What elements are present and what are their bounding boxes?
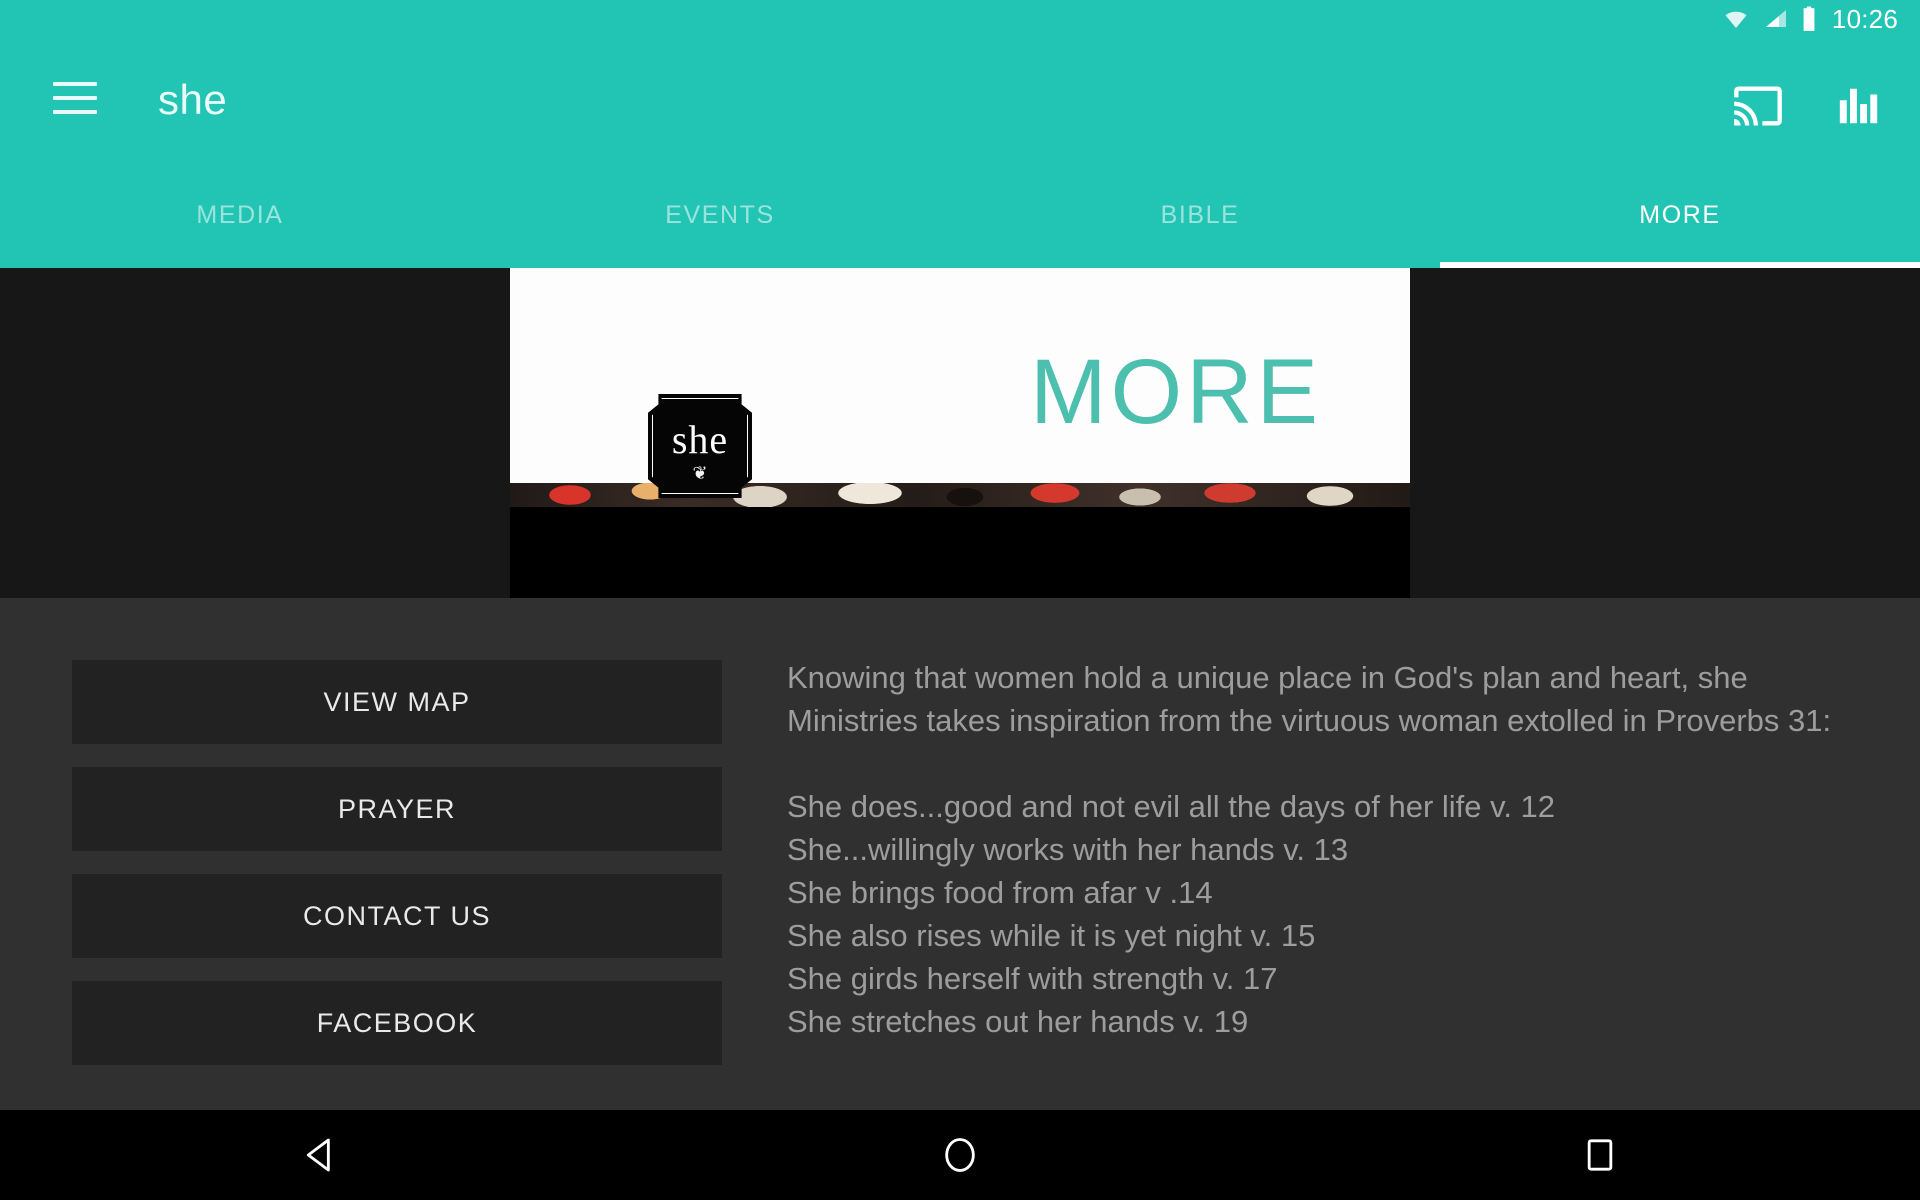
- contact-us-button[interactable]: CONTACT US: [72, 874, 722, 958]
- app-bar-actions: [1732, 80, 1882, 132]
- tab-label: MORE: [1639, 201, 1721, 229]
- app-root: 10:26 she MEDIA EVENTS BIBLE MORE MORE s…: [0, 0, 1920, 1200]
- tab-label: EVENTS: [665, 201, 775, 229]
- tab-more[interactable]: MORE: [1440, 158, 1920, 268]
- tab-label: BIBLE: [1160, 201, 1240, 229]
- verse-line: She stretches out her hands v. 19: [787, 1004, 1249, 1039]
- badge-wordmark: she: [671, 417, 729, 462]
- hero-floral-strip: [510, 483, 1410, 507]
- action-button-list: VIEW MAP PRAYER CONTACT US FACEBOOK: [72, 660, 722, 1065]
- hamburger-menu-icon[interactable]: [53, 82, 97, 114]
- status-bar: 10:26: [0, 0, 1920, 38]
- view-map-button[interactable]: VIEW MAP: [72, 660, 722, 744]
- cellular-signal-icon: [1765, 10, 1786, 27]
- description-intro: Knowing that women hold a unique place i…: [787, 660, 1832, 738]
- verse-line: She does...good and not evil all the day…: [787, 789, 1556, 824]
- verse-line: She girds herself with strength v. 17: [787, 961, 1278, 996]
- prayer-button[interactable]: PRAYER: [72, 767, 722, 851]
- tab-bible[interactable]: BIBLE: [960, 158, 1440, 268]
- tab-bar: MEDIA EVENTS BIBLE MORE: [0, 158, 1920, 268]
- cast-icon[interactable]: [1732, 80, 1784, 132]
- hero-banner: MORE she ❦: [0, 268, 1920, 598]
- home-button[interactable]: [870, 1110, 1050, 1200]
- tab-events[interactable]: EVENTS: [480, 158, 960, 268]
- tab-media[interactable]: MEDIA: [0, 158, 480, 268]
- home-circle-icon: [945, 1138, 975, 1172]
- verse-line: She...willingly works with her hands v. …: [787, 832, 1349, 867]
- hero-headline: MORE: [1030, 341, 1322, 443]
- facebook-button[interactable]: FACEBOOK: [72, 981, 722, 1065]
- battery-icon: [1803, 6, 1815, 31]
- android-nav-bar: [0, 1110, 1920, 1200]
- recents-button[interactable]: [1510, 1110, 1690, 1200]
- app-bar: she: [0, 38, 1920, 158]
- verse-line: She brings food from afar v .14: [787, 875, 1213, 910]
- hero-image-card: MORE she ❦: [510, 268, 1410, 598]
- recents-square-icon: [1587, 1139, 1613, 1171]
- status-bar-clock: 10:26: [1831, 4, 1898, 34]
- badge-fleuron-icon: ❦: [692, 463, 708, 483]
- content-area: VIEW MAP PRAYER CONTACT US FACEBOOK Know…: [0, 598, 1920, 1110]
- back-triangle-icon: [306, 1138, 330, 1172]
- wifi-icon: [1725, 11, 1747, 29]
- she-badge-logo: she ❦: [648, 394, 752, 498]
- tab-label: MEDIA: [196, 201, 284, 229]
- back-button[interactable]: [230, 1110, 410, 1200]
- app-title: she: [158, 76, 228, 123]
- equalizer-icon[interactable]: [1836, 80, 1882, 132]
- verse-line: She also rises while it is yet night v. …: [787, 918, 1316, 953]
- description-text: Knowing that women hold a unique place i…: [787, 656, 1847, 1043]
